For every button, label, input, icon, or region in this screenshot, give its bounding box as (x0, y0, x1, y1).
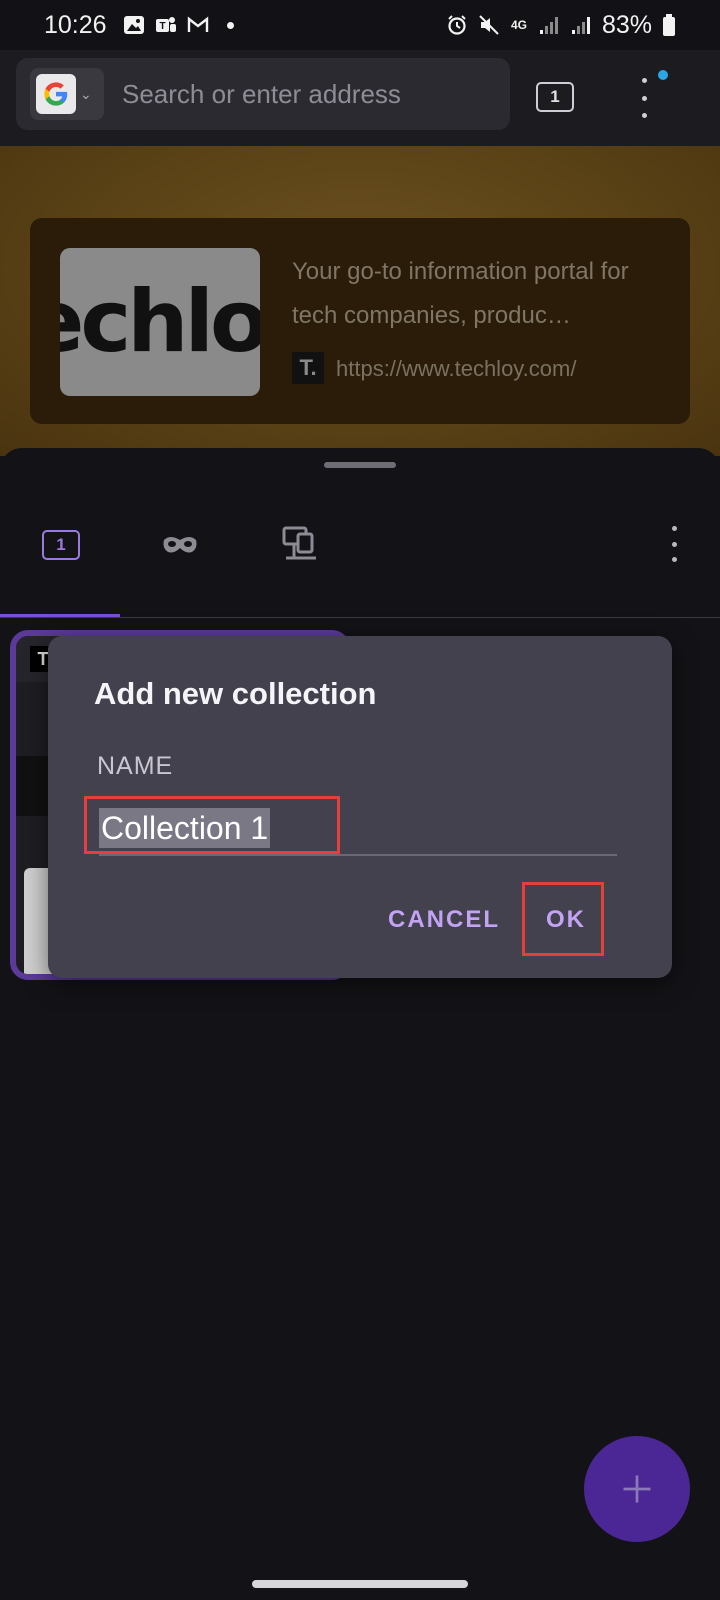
google-icon (36, 74, 76, 114)
search-engine-selector[interactable]: ⌄ (30, 68, 104, 120)
tabs-button[interactable]: 1 (536, 82, 574, 112)
site-favicon: T. (292, 352, 324, 384)
browser-toolbar: ⌄ Search or enter address 1 (0, 50, 720, 146)
tabs-tray: 1 T (0, 448, 720, 1600)
address-bar[interactable]: ⌄ Search or enter address (16, 58, 510, 130)
mute-icon (479, 15, 499, 35)
signal-icon (539, 17, 558, 34)
teams-icon: T (155, 17, 176, 32)
signal-icon-2 (571, 17, 590, 34)
add-collection-dialog: Add new collection NAME Collection 1 CAN… (48, 636, 672, 978)
gallery-icon (123, 16, 144, 34)
chevron-down-icon: ⌄ (80, 85, 92, 102)
search-input[interactable]: Search or enter address (122, 79, 401, 110)
cancel-button[interactable]: CANCEL (388, 906, 500, 934)
plus-icon (623, 1475, 651, 1503)
tray-divider (0, 617, 720, 618)
svg-text:T: T (159, 21, 165, 32)
link-url: https://www.techloy.com/ (336, 356, 577, 381)
name-label: NAME (97, 752, 174, 780)
tab-normal-tabs[interactable]: 1 (42, 530, 80, 560)
link-description: Your go-to information portal for tech c… (292, 258, 629, 329)
status-bar: 10:26 T 4G 83% (0, 0, 720, 50)
link-thumbnail: echlo (60, 248, 260, 396)
gmail-icon (187, 16, 208, 32)
input-highlight-box (84, 796, 340, 854)
alarm-icon (448, 15, 466, 35)
link-preview-card[interactable]: echlo Your go-to information portal for … (30, 218, 690, 424)
battery-percent: 83% (601, 10, 652, 39)
ok-highlight-box (522, 882, 604, 956)
web-page-content: echlo Your go-to information portal for … (0, 146, 720, 456)
battery-icon (663, 14, 675, 36)
gesture-nav-bar[interactable] (252, 1580, 468, 1588)
thumbnail-logo-text: echlo (60, 272, 260, 372)
overflow-menu-button[interactable] (636, 78, 652, 118)
dialog-title: Add new collection (94, 676, 377, 711)
drag-handle[interactable] (324, 462, 396, 468)
tabs-tray-menu-button[interactable] (666, 526, 682, 562)
private-mask-icon[interactable] (160, 530, 200, 560)
more-notifications-icon (226, 21, 234, 29)
network-type: 4G (510, 17, 527, 32)
synced-tabs-icon[interactable] (280, 524, 320, 564)
new-tab-button[interactable] (584, 1436, 690, 1542)
status-time: 10:26 (44, 10, 107, 39)
menu-notification-dot (658, 70, 668, 80)
